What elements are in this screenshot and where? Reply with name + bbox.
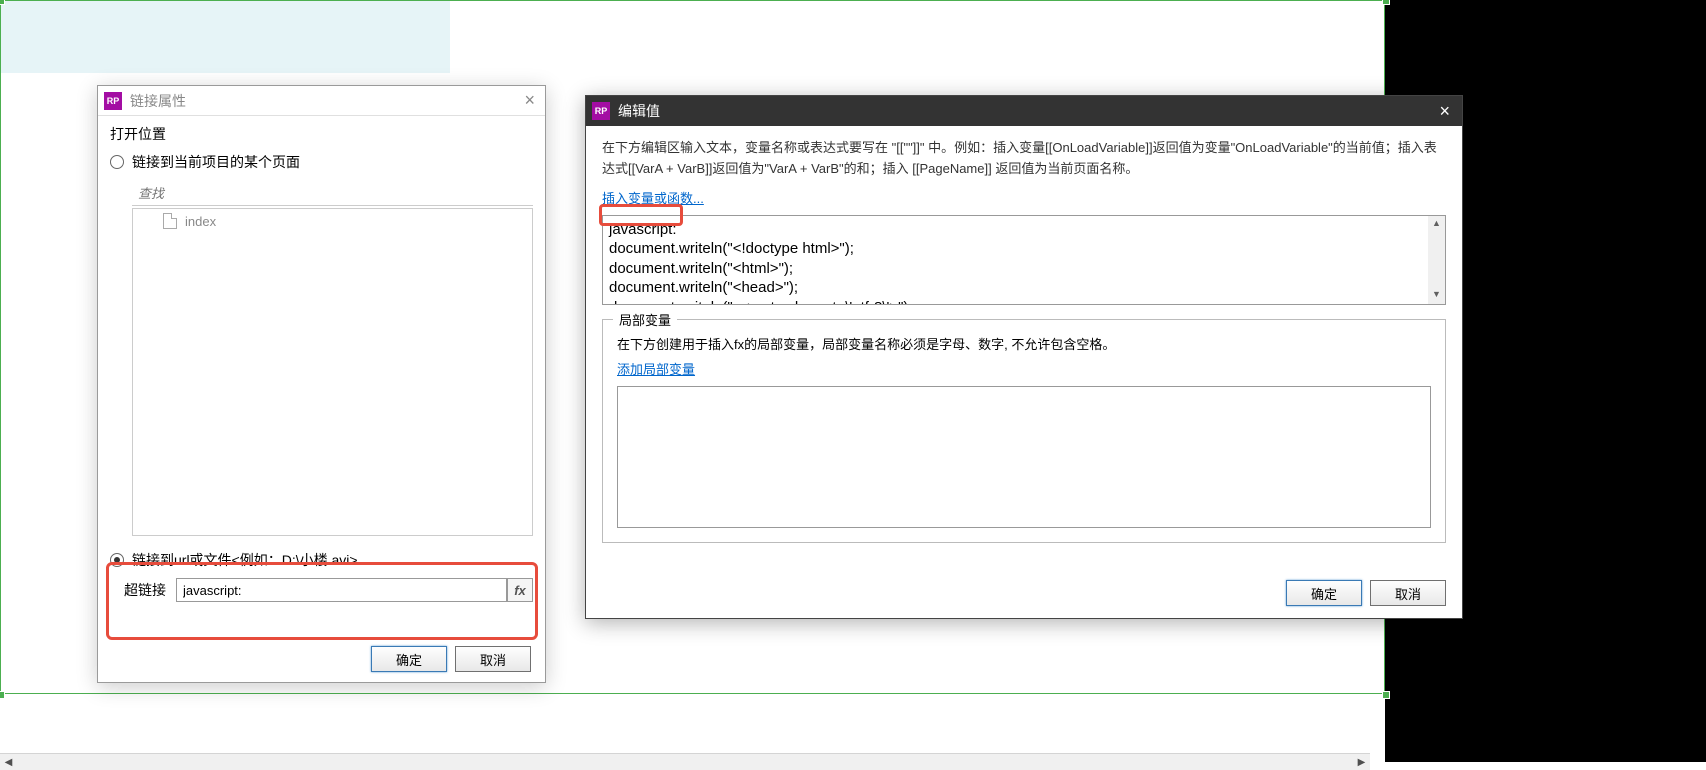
- ok-button[interactable]: 确定: [1286, 580, 1362, 606]
- radio-link-url-row[interactable]: 链接到url或文件<例如：D:\小楼.avi>: [110, 550, 533, 570]
- add-local-variable-link[interactable]: 添加局部变量: [617, 359, 695, 378]
- dialog-body: 打开位置 链接到当前项目的某个页面 index 链接到url或文件<例如：D:\…: [98, 116, 545, 610]
- code-textarea[interactable]: javascript: document.writeln("<!doctype …: [602, 215, 1446, 305]
- dialog-title: 编辑值: [618, 101, 660, 121]
- page-list[interactable]: index: [132, 208, 533, 536]
- ok-button[interactable]: 确定: [371, 646, 447, 672]
- radio-link-page-label: 链接到当前项目的某个页面: [132, 152, 300, 172]
- description-text: 在下方编辑区输入文本，变量名称或表达式要写在 "[[""]]" 中。例如：插入变…: [602, 138, 1446, 180]
- dialog-titlebar[interactable]: RP 编辑值 ×: [586, 96, 1462, 126]
- hyperlink-input[interactable]: [176, 578, 507, 602]
- fx-button[interactable]: fx: [507, 578, 533, 602]
- local-variables-fieldset: 局部变量 在下方创建用于插入fx的局部变量，局部变量名称必须是字母、数字, 不允…: [602, 319, 1446, 543]
- radio-link-page-row[interactable]: 链接到当前项目的某个页面: [110, 152, 533, 172]
- top-blue-area: [0, 0, 450, 73]
- dialog-body: 在下方编辑区输入文本，变量名称或表达式要写在 "[[""]]" 中。例如：插入变…: [586, 126, 1462, 555]
- radio-checked-icon[interactable]: [110, 553, 124, 567]
- link-url-section: 链接到url或文件<例如：D:\小楼.avi> 超链接 fx: [110, 550, 533, 602]
- local-description: 在下方创建用于插入fx的局部变量，局部变量名称必须是字母、数字, 不允许包含空格…: [617, 334, 1431, 353]
- fieldset-legend: 局部变量: [613, 310, 677, 329]
- edit-value-dialog: RP 编辑值 × 在下方编辑区输入文本，变量名称或表达式要写在 "[[""]]"…: [585, 95, 1463, 619]
- hyperlink-label: 超链接: [110, 580, 166, 600]
- code-content: javascript: document.writeln("<!doctype …: [609, 221, 913, 305]
- code-scrollbar[interactable]: ▲▼: [1428, 216, 1445, 304]
- open-location-label: 打开位置: [110, 124, 533, 144]
- rp-icon: RP: [592, 102, 610, 120]
- dialog-titlebar[interactable]: RP 链接属性 ×: [98, 86, 545, 116]
- insert-variable-link[interactable]: 插入变量或函数...: [602, 188, 704, 207]
- scroll-track[interactable]: [17, 754, 1353, 770]
- hyperlink-row: 超链接 fx: [110, 578, 533, 602]
- radio-unchecked-icon[interactable]: [110, 155, 124, 169]
- cancel-button[interactable]: 取消: [1370, 580, 1446, 606]
- page-list-item[interactable]: index: [133, 209, 532, 233]
- local-variables-list[interactable]: [617, 386, 1431, 528]
- file-icon: [163, 213, 177, 229]
- rp-icon: RP: [104, 92, 122, 110]
- scroll-track[interactable]: [1428, 233, 1445, 287]
- page-item-label: index: [185, 214, 216, 229]
- cancel-button[interactable]: 取消: [455, 646, 531, 672]
- dialog-footer: 确定 取消: [1286, 580, 1446, 606]
- close-icon[interactable]: ×: [1439, 101, 1450, 122]
- scroll-up-icon[interactable]: ▲: [1428, 216, 1445, 233]
- scroll-down-icon[interactable]: ▼: [1428, 287, 1445, 304]
- horizontal-scrollbar[interactable]: ◀ ▶: [0, 753, 1370, 770]
- dialog-footer: 确定 取消: [371, 646, 531, 672]
- dialog-title: 链接属性: [130, 91, 186, 111]
- scroll-left-icon[interactable]: ◀: [0, 754, 17, 770]
- link-properties-dialog: RP 链接属性 × 打开位置 链接到当前项目的某个页面 index 链接到url…: [97, 85, 546, 683]
- search-input[interactable]: [132, 182, 533, 206]
- radio-link-url-label: 链接到url或文件<例如：D:\小楼.avi>: [132, 550, 358, 570]
- scroll-right-icon[interactable]: ▶: [1353, 754, 1370, 770]
- close-icon[interactable]: ×: [524, 90, 535, 111]
